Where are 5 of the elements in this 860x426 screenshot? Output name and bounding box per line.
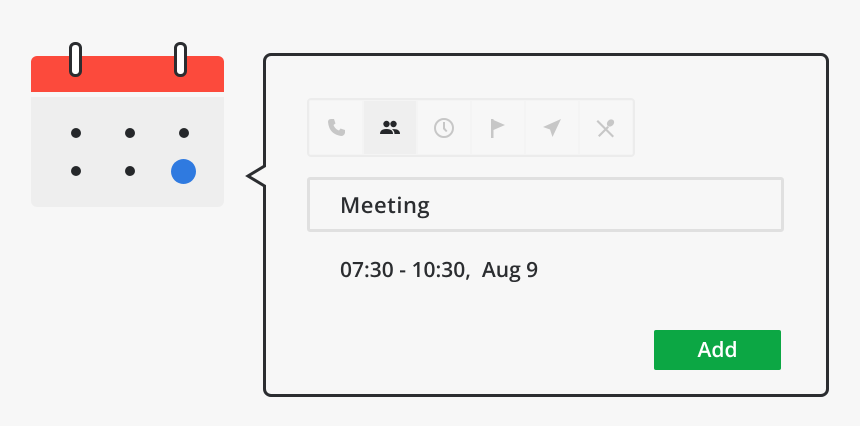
title-field[interactable]: Meeting xyxy=(307,177,784,232)
calendar-icon xyxy=(31,42,224,207)
category-tab[interactable] xyxy=(364,101,416,154)
time-text: 07:30 - 10:30, Aug 9 xyxy=(340,256,538,284)
clock-icon xyxy=(432,116,456,140)
